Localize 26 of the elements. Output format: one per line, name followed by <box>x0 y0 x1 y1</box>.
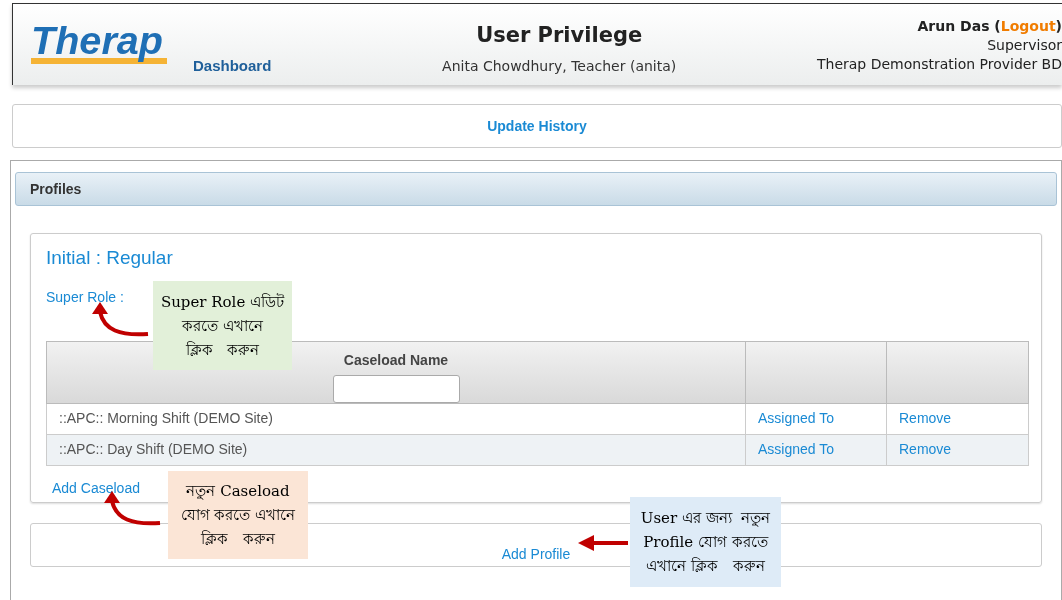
dashboard-link[interactable]: Dashboard <box>193 55 272 78</box>
remove-link[interactable]: Remove <box>899 441 952 457</box>
paren-text: ) <box>1055 17 1062 36</box>
logout-link[interactable]: Logout <box>1000 17 1056 36</box>
profile-name: Initial : Regular <box>46 246 174 270</box>
user-role: Supervisor <box>987 36 1062 55</box>
table-cell: ::APC:: Day Shift (DEMO Site) <box>46 434 746 465</box>
paren-text: ( <box>994 17 1001 36</box>
add-profile-link[interactable]: Add Profile <box>501 543 571 565</box>
remove-link[interactable]: Remove <box>899 410 952 426</box>
page-title: User Privilege <box>476 22 643 49</box>
arrow <box>578 535 628 551</box>
callout-note: নতুন Caseload যোগ করতে এখানে ক্লিক করুন <box>168 471 308 559</box>
logo: Therap <box>29 14 169 68</box>
table-cell: ::APC:: Morning Shift (DEMO Site) <box>46 403 746 434</box>
column-title: Caseload Name <box>343 350 449 370</box>
callout-note: User এর জন্য নতুন Profile যোগ করতে এখানে ক্লিক করুন <box>630 497 781 587</box>
section-title: Profiles <box>30 179 82 199</box>
page-subtitle: Anita Chowdhury, Teacher (anita) <box>442 56 677 76</box>
provider-name: Therap Demonstration Provider BD <box>816 55 1062 74</box>
filter-field[interactable] <box>332 374 460 403</box>
user-name: Arun Das <box>917 17 991 36</box>
add-caseload-link[interactable]: Add Caseload <box>52 477 140 499</box>
update-history-link[interactable]: Update History <box>487 115 587 137</box>
callout-note: Super Role এডিট করতে এখানে ক্লিক করুন <box>153 281 292 370</box>
super-role-link[interactable]: Super Role : <box>46 286 124 308</box>
